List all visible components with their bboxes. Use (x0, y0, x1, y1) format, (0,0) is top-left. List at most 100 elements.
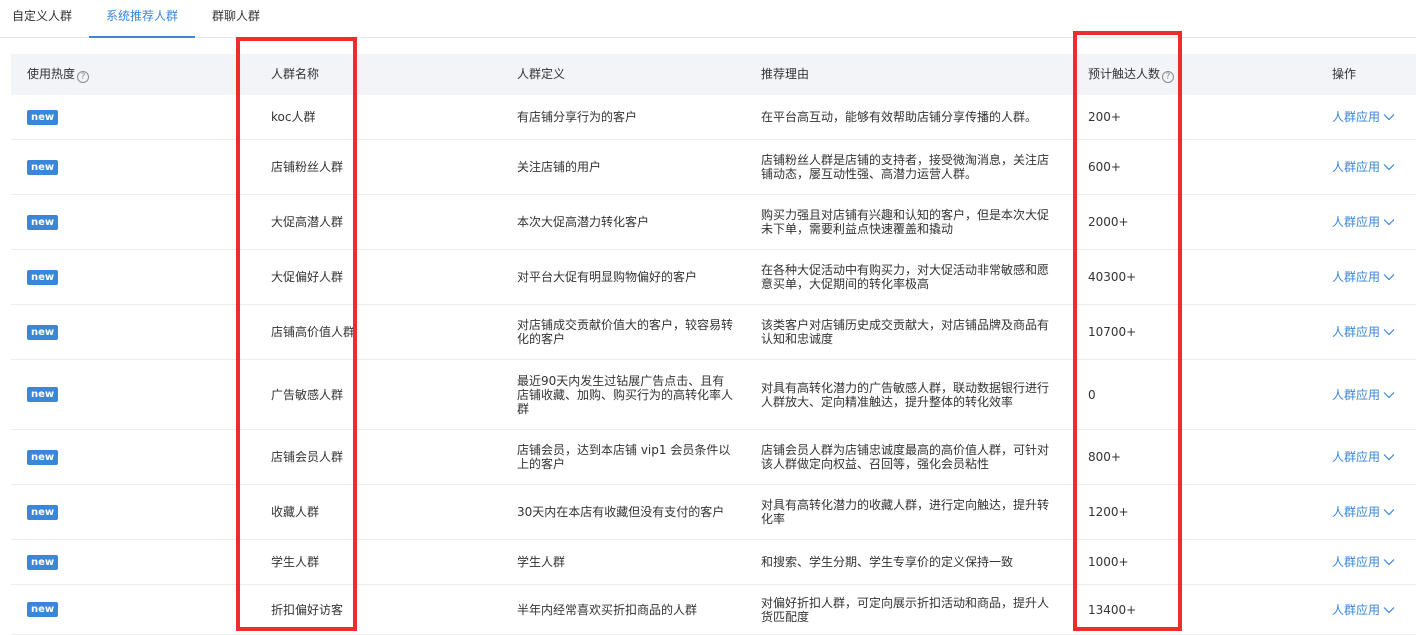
estimated-reach-cell: 0 (1088, 360, 1178, 429)
apply-audience-label: 人群应用 (1332, 325, 1381, 339)
audience-definition-cell: 店铺会员，达到本店铺 vip1 会员条件以上的客户 (517, 430, 735, 484)
apply-audience-dropdown[interactable]: 人群应用 (1332, 388, 1395, 402)
header-recommend-reason: 推荐理由 (761, 67, 810, 81)
recommend-reason: 在平台高互动，能够有效帮助店铺分享传播的人群。 (761, 110, 1038, 124)
apply-audience-dropdown[interactable]: 人群应用 (1332, 505, 1395, 519)
new-badge: new (27, 554, 59, 570)
operation-cell: 人群应用 (1332, 585, 1416, 634)
apply-audience-label: 人群应用 (1332, 505, 1381, 519)
apply-audience-dropdown[interactable]: 人群应用 (1332, 215, 1395, 229)
recommend-reason: 在各种大促活动中有购买力，对大促活动非常敏感和愿意买单，大促期间的转化率极高 (761, 263, 1050, 291)
help-icon[interactable]: ? (77, 71, 90, 83)
audience-name: 大促高潜人群 (271, 215, 344, 229)
audience-definition: 对店铺成交贡献价值大的客户，较容易转化的客户 (517, 318, 734, 346)
operation-cell: 人群应用 (1332, 305, 1416, 359)
apply-audience-dropdown[interactable]: 人群应用 (1332, 325, 1395, 339)
estimated-reach: 600+ (1088, 160, 1121, 174)
operation-cell: 人群应用 (1332, 485, 1416, 539)
audience-name: koc人群 (271, 110, 316, 124)
audience-definition-cell: 半年内经常喜欢买折扣商品的人群 (517, 585, 735, 634)
estimated-reach: 0 (1088, 387, 1096, 402)
chevron-down-icon (1383, 606, 1395, 613)
audience-definition: 对平台大促有明显购物偏好的客户 (517, 270, 698, 284)
usage-heat-cell: new (27, 485, 87, 539)
apply-audience-label: 人群应用 (1332, 450, 1381, 464)
estimated-reach: 40300+ (1088, 270, 1137, 284)
audience-definition-cell: 对店铺成交贡献价值大的客户，较容易转化的客户 (517, 305, 735, 359)
usage-heat-cell: new (27, 195, 87, 249)
audience-definition-cell: 最近90天内发生过钻展广告点击、且有店铺收藏、加购、购买行为的高转化率人群 (517, 360, 735, 429)
table-body: new koc人群 有店铺分享行为的客户 在平台高互动，能够有效帮助店铺分享传播的人群… (11, 95, 1416, 635)
audience-name-cell: 大促高潜人群 (271, 195, 353, 249)
usage-heat-cell: new (27, 95, 87, 139)
usage-heat-cell: new (27, 250, 87, 304)
estimated-reach: 13400+ (1088, 602, 1137, 617)
estimated-reach-cell: 1000+ (1088, 540, 1178, 584)
recommend-reason-cell: 该类客户对店铺历史成交贡献大，对店铺品牌及商品有认知和忠诚度 (761, 305, 1053, 359)
tab-custom-audience[interactable]: 自定义人群 (12, 0, 72, 38)
new-badge: new (27, 324, 59, 340)
audience-definition: 学生人群 (517, 555, 566, 569)
recommend-reason-cell: 对具有高转化潜力的收藏人群，进行定向触达，提升转化率 (761, 485, 1053, 539)
usage-heat-cell: new (27, 360, 87, 429)
recommend-reason-cell: 店铺会员人群为店铺忠诚度最高的高价值人群，可针对该人群做定向权益、召回等，强化会… (761, 430, 1053, 484)
apply-audience-dropdown[interactable]: 人群应用 (1332, 110, 1395, 124)
apply-audience-label: 人群应用 (1332, 387, 1381, 402)
audience-name: 店铺高价值人群 (271, 325, 353, 339)
header-label: 使用热度 (27, 67, 76, 81)
estimated-reach-cell: 1200+ (1088, 485, 1178, 539)
recommend-reason-cell: 和搜索、学生分期、学生专享价的定义保持一致 (761, 540, 1053, 584)
tab-group-chat-audience[interactable]: 群聊人群 (212, 0, 260, 38)
estimated-reach-cell: 40300+ (1088, 250, 1178, 304)
apply-audience-dropdown[interactable]: 人群应用 (1332, 270, 1395, 284)
estimated-reach: 800+ (1088, 450, 1121, 464)
table-row: new 店铺高价值人群 对店铺成交贡献价值大的客户，较容易转化的客户 该类客户对店铺历… (11, 305, 1416, 360)
header-audience-definition: 人群定义 (517, 67, 566, 81)
estimated-reach-cell: 2000+ (1088, 195, 1178, 249)
tab-system-recommended-audience[interactable]: 系统推荐人群 (89, 0, 195, 38)
apply-audience-label: 人群应用 (1332, 110, 1381, 124)
usage-heat-cell: new (27, 430, 87, 484)
apply-audience-dropdown[interactable]: 人群应用 (1332, 555, 1395, 569)
estimated-reach: 200+ (1088, 110, 1121, 124)
estimated-reach: 2000+ (1088, 215, 1129, 229)
chevron-down-icon (1383, 164, 1395, 171)
table-row: new 收藏人群 30天内在本店有收藏但没有支付的客户 对具有高转化潜力的收藏人群，进… (11, 485, 1416, 540)
audience-name-cell: 折扣偏好访客 (271, 585, 353, 634)
new-badge: new (27, 214, 59, 230)
audience-name-cell: koc人群 (271, 95, 353, 139)
table-header: 使用热度? 人群名称 人群定义 推荐理由 预计触达人数? 操作 (11, 54, 1416, 95)
apply-audience-label: 人群应用 (1332, 215, 1381, 229)
estimated-reach-cell: 800+ (1088, 430, 1178, 484)
apply-audience-dropdown[interactable]: 人群应用 (1332, 603, 1395, 617)
usage-heat-cell: new (27, 140, 87, 194)
recommend-reason: 和搜索、学生分期、学生专享价的定义保持一致 (761, 555, 1014, 569)
audience-name: 大促偏好人群 (271, 270, 344, 284)
new-badge: new (27, 602, 59, 617)
estimated-reach: 1000+ (1088, 555, 1129, 569)
chevron-down-icon (1383, 219, 1395, 226)
new-badge: new (27, 159, 59, 175)
recommend-reason: 店铺粉丝人群是店铺的支持者，接受微淘消息，关注店铺动态，屡互动性强、高潜力运营人… (761, 153, 1050, 181)
help-icon[interactable]: ? (1162, 71, 1175, 83)
audience-definition: 最近90天内发生过钻展广告点击、且有店铺收藏、加购、购买行为的高转化率人群 (517, 373, 734, 416)
audience-definition-cell: 30天内在本店有收藏但没有支付的客户 (517, 485, 735, 539)
estimated-reach-cell: 10700+ (1088, 305, 1178, 359)
operation-cell: 人群应用 (1332, 360, 1416, 429)
audience-name-cell: 学生人群 (271, 540, 353, 584)
recommend-reason-cell: 在平台高互动，能够有效帮助店铺分享传播的人群。 (761, 95, 1053, 139)
header-estimated-reach: 预计触达人数? (1088, 54, 1175, 95)
audience-name-cell: 店铺高价值人群 (271, 305, 353, 359)
recommend-reason: 对具有高转化潜力的广告敏感人群，联动数据银行进行人群放大、定向精准触达，提升整体… (761, 380, 1050, 409)
audience-table: 使用热度? 人群名称 人群定义 推荐理由 预计触达人数? 操作 new koc人群… (11, 54, 1416, 635)
apply-audience-dropdown[interactable]: 人群应用 (1332, 450, 1395, 464)
operation-cell: 人群应用 (1332, 430, 1416, 484)
table-row: new 店铺粉丝人群 关注店铺的用户 店铺粉丝人群是店铺的支持者，接受微淘消息，关注店… (11, 140, 1416, 195)
estimated-reach: 1200+ (1088, 505, 1129, 519)
apply-audience-dropdown[interactable]: 人群应用 (1332, 160, 1395, 174)
audience-name-cell: 收藏人群 (271, 485, 353, 539)
audience-definition-cell: 对平台大促有明显购物偏好的客户 (517, 250, 735, 304)
new-badge: new (27, 504, 59, 520)
tab-bar: 自定义人群 系统推荐人群 群聊人群 (0, 0, 1416, 38)
chevron-down-icon (1383, 454, 1395, 461)
